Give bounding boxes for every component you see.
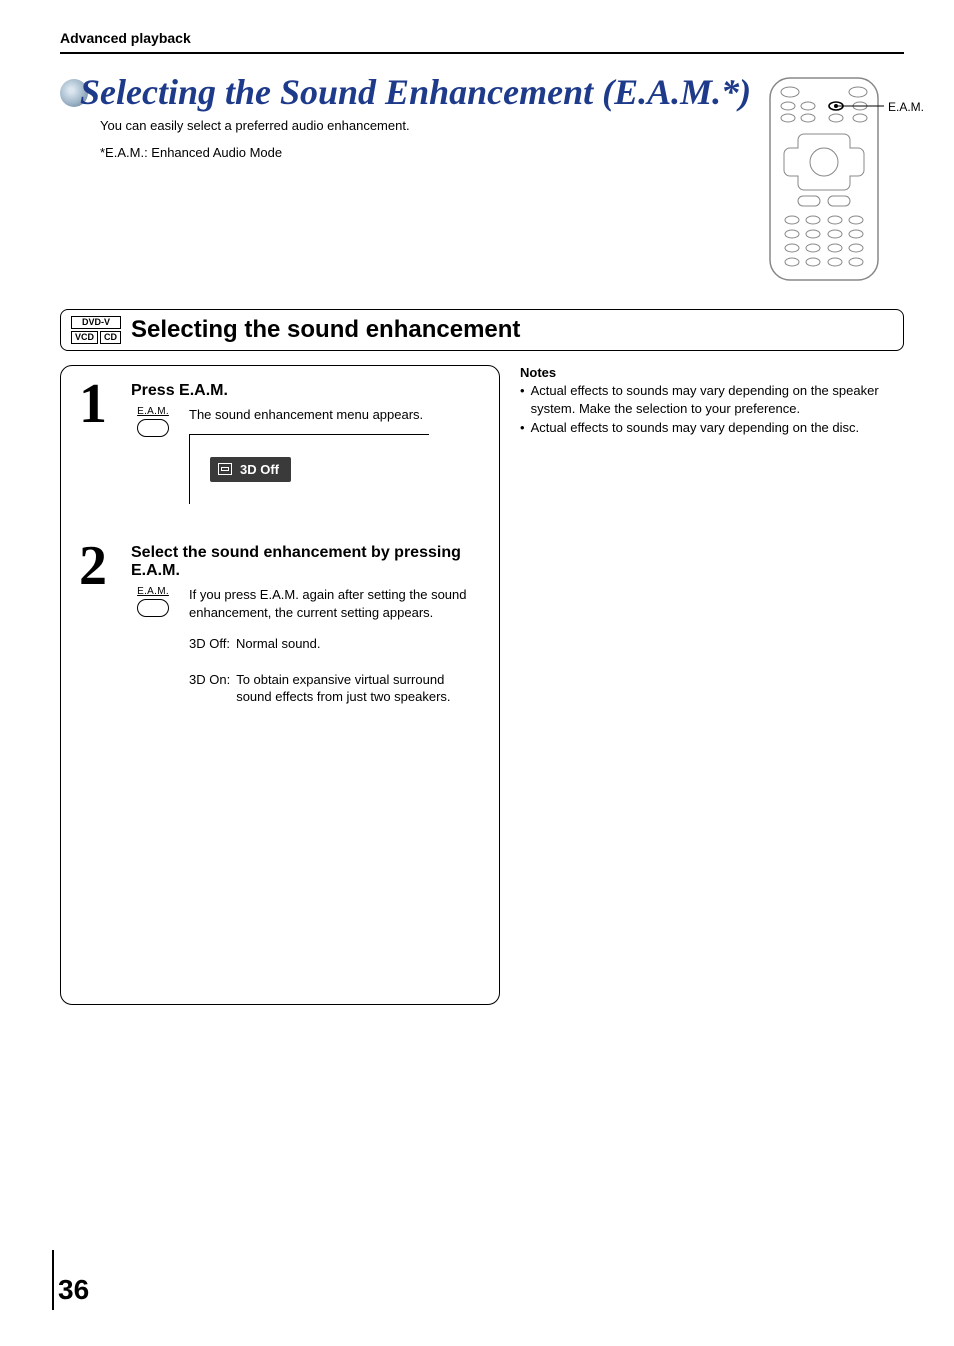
option-3d-off-key: 3D Off:	[189, 635, 230, 653]
option-3d-on-key: 3D On:	[189, 671, 230, 706]
option-3d-on-value: To obtain expansive virtual surround sou…	[236, 671, 481, 706]
settings-list: 3D Off: Normal sound. 3D On: To obtain e…	[189, 635, 481, 706]
eam-button-label: E.A.M.	[137, 586, 169, 597]
step-2-description: If you press E.A.M. again after setting …	[189, 587, 467, 620]
step-1-text: The sound enhancement menu appears. 3D O…	[189, 406, 429, 504]
steps-box: 1 Press E.A.M. E.A.M. The sound enhancem…	[60, 365, 500, 1005]
page-number-rule	[52, 1250, 54, 1310]
section-title: Selecting the sound enhancement	[131, 316, 520, 344]
eam-button-icon: E.A.M.	[131, 406, 175, 437]
step-1-description: The sound enhancement menu appears.	[189, 407, 423, 422]
footnote-text: *E.A.M.: Enhanced Audio Mode	[100, 145, 752, 160]
osd-text: 3D Off	[240, 461, 279, 479]
breadcrumb: Advanced playback	[60, 30, 904, 46]
step-2: 2 Select the sound enhancement by pressi…	[79, 544, 481, 724]
title-area: Selecting the Sound Enhancement (E.A.M.*…	[60, 74, 752, 180]
section-header: DVD-V VCD CD Selecting the sound enhance…	[60, 309, 904, 351]
eam-button-label: E.A.M.	[137, 406, 169, 417]
badge-vcd: VCD	[71, 331, 98, 344]
note-text: Actual effects to sounds may vary depend…	[531, 419, 860, 437]
button-outline-icon	[137, 419, 169, 437]
step-2-title: Select the sound enhancement by pressing…	[131, 544, 481, 580]
option-3d-on: 3D On: To obtain expansive virtual surro…	[189, 671, 481, 706]
remote-icon	[764, 74, 884, 284]
note-text: Actual effects to sounds may vary depend…	[531, 382, 904, 417]
step-1-number: 1	[79, 382, 119, 504]
bullet-icon: •	[520, 419, 525, 437]
remote-diagram: E.A.M.	[764, 74, 904, 289]
button-outline-icon	[137, 599, 169, 617]
bullet-icon: •	[520, 382, 525, 417]
step-2-text: If you press E.A.M. again after setting …	[189, 586, 481, 724]
format-badges: DVD-V VCD CD	[71, 316, 121, 344]
notes-heading: Notes	[520, 365, 904, 380]
option-3d-off-value: Normal sound.	[236, 635, 321, 653]
osd-indicator: 3D Off	[210, 457, 291, 483]
step-2-number: 2	[79, 544, 119, 724]
title-row: Selecting the Sound Enhancement (E.A.M.*…	[60, 74, 904, 289]
note-item: • Actual effects to sounds may vary depen…	[520, 419, 904, 437]
screen-icon	[218, 463, 232, 475]
note-item: •Actual effects to sounds may vary depen…	[520, 382, 904, 417]
page-title-text: Selecting the Sound Enhancement (E.A.M.*…	[80, 74, 751, 112]
badge-dvd-v: DVD-V	[71, 316, 121, 329]
step-1-title: Press E.A.M.	[131, 382, 481, 400]
eam-button-icon: E.A.M.	[131, 586, 175, 617]
remote-callout-label: E.A.M.	[888, 100, 924, 114]
content-columns: 1 Press E.A.M. E.A.M. The sound enhancem…	[60, 365, 904, 1005]
intro-text: You can easily select a preferred audio …	[100, 118, 752, 133]
page-title: Selecting the Sound Enhancement (E.A.M.*…	[60, 74, 752, 112]
divider	[60, 52, 904, 54]
notes-block: Notes •Actual effects to sounds may vary…	[520, 365, 904, 1005]
step-1: 1 Press E.A.M. E.A.M. The sound enhancem…	[79, 382, 481, 504]
badge-cd: CD	[100, 331, 121, 344]
option-3d-off: 3D Off: Normal sound.	[189, 635, 481, 653]
osd-frame: 3D Off	[189, 434, 429, 505]
page-number: 36	[58, 1274, 89, 1306]
